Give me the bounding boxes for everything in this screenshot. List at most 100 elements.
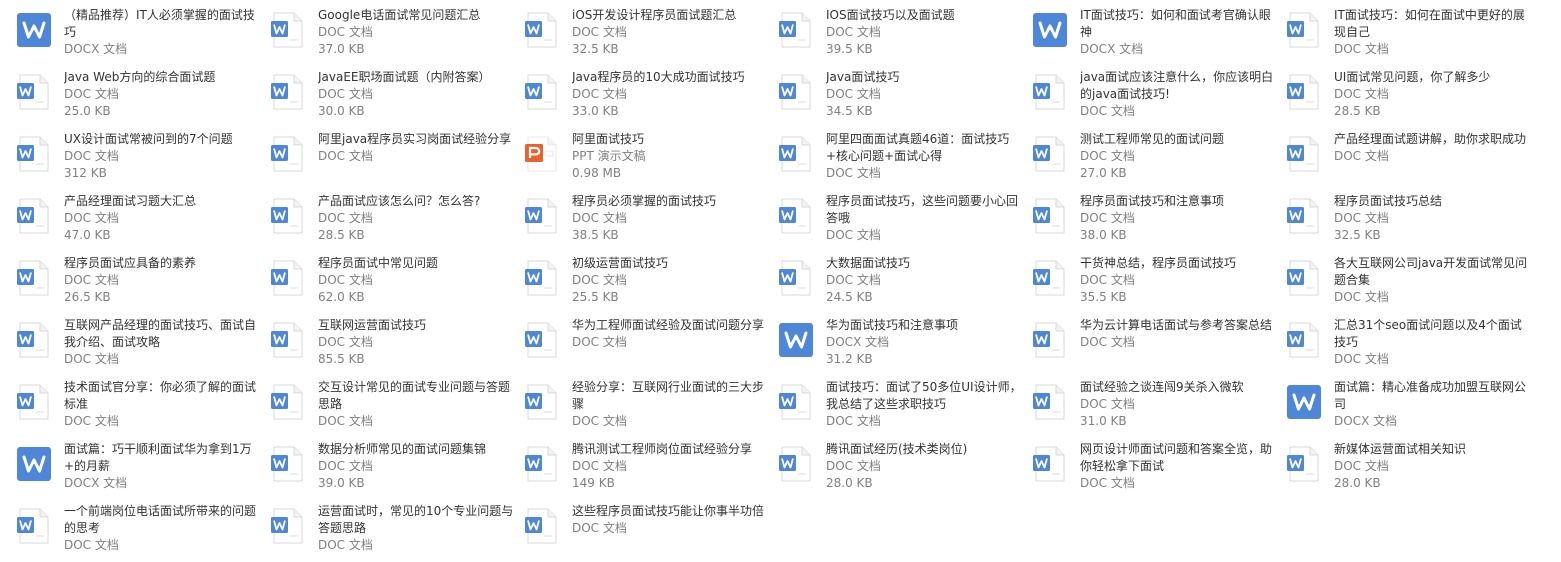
file-item[interactable]: 初级运营面试技巧 DOC 文档 25.5 KB [520,252,774,314]
file-name[interactable]: Google电话面试常见问题汇总 [318,7,514,24]
file-item[interactable]: JavaEE职场面试题（内附答案） DOC 文档 30.0 KB [266,66,520,128]
file-item[interactable]: 运营面试时，常见的10个专业问题与答题思路 DOC 文档 [266,500,520,562]
file-name[interactable]: 一个前端岗位电话面试所带来的问题的思考 [64,503,260,537]
file-item[interactable]: 程序员必须掌握的面试技巧 DOC 文档 38.5 KB [520,190,774,252]
file-item[interactable]: IT面试技巧：如何在面试中更好的展现自己 DOC 文档 [1282,4,1536,66]
file-item[interactable]: 程序员面试技巧和注意事项 DOC 文档 38.0 KB [1028,190,1282,252]
file-name[interactable]: 程序员面试应具备的素养 [64,255,260,272]
file-item[interactable]: 腾讯面试经历(技术类岗位) DOC 文档 28.0 KB [774,438,1028,500]
file-item[interactable]: 面试篇：巧干顺利面试华为拿到1万+的月薪 DOCX 文档 [12,438,266,500]
file-item[interactable]: UI面试常见问题，你了解多少 DOC 文档 28.5 KB [1282,66,1536,128]
file-name[interactable]: Java Web方向的综合面试题 [64,69,260,86]
file-name[interactable]: 华为云计算电话面试与参考答案总结 [1080,317,1276,334]
file-name[interactable]: 经验分享：互联网行业面试的三大步骤 [572,379,768,413]
file-item[interactable]: 产品经理面试习题大汇总 DOC 文档 47.0 KB [12,190,266,252]
file-item[interactable]: Java程序员的10大成功面试技巧 DOC 文档 33.0 KB [520,66,774,128]
file-item[interactable]: 华为工程师面试经验及面试问题分享 DOC 文档 [520,314,774,376]
file-name[interactable]: 技术面试官分享：你必须了解的面试标准 [64,379,260,413]
file-item[interactable]: 程序员面试应具备的素养 DOC 文档 26.5 KB [12,252,266,314]
file-name[interactable]: 程序员面试技巧，这些问题要小心回答哦 [826,193,1022,227]
file-item[interactable]: 数据分析师常见的面试问题集锦 DOC 文档 39.0 KB [266,438,520,500]
file-name[interactable]: 阿里四面面试真题46道：面试技巧+核心问题+面试心得 [826,131,1022,165]
file-item[interactable]: 阿里面试技巧 PPT 演示文稿 0.98 MB [520,128,774,190]
file-item[interactable]: 产品经理面试题讲解，助你求职成功 DOC 文档 [1282,128,1536,190]
file-name[interactable]: 数据分析师常见的面试问题集锦 [318,441,514,458]
file-item[interactable]: 程序员面试技巧总结 DOC 文档 32.5 KB [1282,190,1536,252]
file-item[interactable]: 交互设计常见的面试专业问题与答题思路 DOC 文档 [266,376,520,438]
file-item[interactable]: 各大互联网公司java开发面试常见问题合集 DOC 文档 [1282,252,1536,314]
file-name[interactable]: 运营面试时，常见的10个专业问题与答题思路 [318,503,514,537]
file-name[interactable]: 交互设计常见的面试专业问题与答题思路 [318,379,514,413]
file-item[interactable]: 产品面试应该怎么问？怎么答? DOC 文档 28.5 KB [266,190,520,252]
file-item[interactable]: 测试工程师常见的面试问题 DOC 文档 27.0 KB [1028,128,1282,190]
file-name[interactable]: Java程序员的10大成功面试技巧 [572,69,768,86]
file-name[interactable]: 阿里java程序员实习岗面试经验分享 [318,131,514,148]
file-name[interactable]: 产品经理面试习题大汇总 [64,193,260,210]
file-item[interactable]: 阿里java程序员实习岗面试经验分享 DOC 文档 [266,128,520,190]
file-name[interactable]: 新媒体运营面试相关知识 [1334,441,1530,458]
file-item[interactable]: 经验分享：互联网行业面试的三大步骤 DOC 文档 [520,376,774,438]
file-name[interactable]: IOS面试技巧以及面试题 [826,7,1022,24]
file-item[interactable]: 技术面试官分享：你必须了解的面试标准 DOC 文档 [12,376,266,438]
file-name[interactable]: 程序员面试技巧和注意事项 [1080,193,1276,210]
file-name[interactable]: 腾讯测试工程师岗位面试经验分享 [572,441,768,458]
file-name[interactable]: 面试篇：巧干顺利面试华为拿到1万+的月薪 [64,441,260,475]
file-item[interactable]: 华为面试技巧和注意事项 DOCX 文档 31.2 KB [774,314,1028,376]
file-item[interactable]: 阿里四面面试真题46道：面试技巧+核心问题+面试心得 DOC 文档 [774,128,1028,190]
file-name[interactable]: java面试应该注意什么，你应该明白的java面试技巧! [1080,69,1276,103]
file-item[interactable]: （精品推荐）IT人必须掌握的面试技巧 DOCX 文档 [12,4,266,66]
file-name[interactable]: 各大互联网公司java开发面试常见问题合集 [1334,255,1530,289]
file-item[interactable]: Java Web方向的综合面试题 DOC 文档 25.0 KB [12,66,266,128]
file-item[interactable]: 这些程序员面试技巧能让你事半功倍 DOC 文档 [520,500,774,562]
file-item[interactable]: 程序员面试中常见问题 DOC 文档 62.0 KB [266,252,520,314]
file-item[interactable]: 程序员面试技巧，这些问题要小心回答哦 DOC 文档 [774,190,1028,252]
file-name[interactable]: iOS开发设计程序员面试题汇总 [572,7,768,24]
file-name[interactable]: 产品面试应该怎么问？怎么答? [318,193,514,210]
file-name[interactable]: （精品推荐）IT人必须掌握的面试技巧 [64,7,260,41]
file-name[interactable]: 华为面试技巧和注意事项 [826,317,1022,334]
file-name[interactable]: IT面试技巧：如何和面试考官确认眼神 [1080,7,1276,41]
file-name[interactable]: IT面试技巧：如何在面试中更好的展现自己 [1334,7,1530,41]
file-item[interactable]: 大数据面试技巧 DOC 文档 24.5 KB [774,252,1028,314]
file-name[interactable]: 程序员面试中常见问题 [318,255,514,272]
file-name[interactable]: 程序员面试技巧总结 [1334,193,1530,210]
file-name[interactable]: 测试工程师常见的面试问题 [1080,131,1276,148]
file-item[interactable]: 互联网产品经理的面试技巧、面试自我介绍、面试攻略 DOC 文档 [12,314,266,376]
file-item[interactable]: iOS开发设计程序员面试题汇总 DOC 文档 32.5 KB [520,4,774,66]
file-name[interactable]: Java面试技巧 [826,69,1022,86]
file-name[interactable]: 这些程序员面试技巧能让你事半功倍 [572,503,768,520]
file-item[interactable]: 新媒体运营面试相关知识 DOC 文档 28.0 KB [1282,438,1536,500]
file-item[interactable]: Google电话面试常见问题汇总 DOC 文档 37.0 KB [266,4,520,66]
file-name[interactable]: 互联网运营面试技巧 [318,317,514,334]
file-name[interactable]: 汇总31个seo面试问题以及4个面试技巧 [1334,317,1530,351]
file-name[interactable]: 面试技巧：面试了50多位UI设计师，我总结了这些求职技巧 [826,379,1022,413]
file-name[interactable]: 大数据面试技巧 [826,255,1022,272]
file-item[interactable]: 面试经验之谈连闯9关杀入微软 DOC 文档 31.0 KB [1028,376,1282,438]
file-item[interactable]: 面试技巧：面试了50多位UI设计师，我总结了这些求职技巧 DOC 文档 [774,376,1028,438]
file-name[interactable]: 初级运营面试技巧 [572,255,768,272]
file-item[interactable]: 网页设计师面试问题和答案全览，助你轻松拿下面试 DOC 文档 [1028,438,1282,500]
file-item[interactable]: 干货神总结，程序员面试技巧 DOC 文档 35.5 KB [1028,252,1282,314]
file-item[interactable]: 华为云计算电话面试与参考答案总结 DOC 文档 [1028,314,1282,376]
file-name[interactable]: 面试经验之谈连闯9关杀入微软 [1080,379,1276,396]
file-name[interactable]: 网页设计师面试问题和答案全览，助你轻松拿下面试 [1080,441,1276,475]
file-item[interactable]: 汇总31个seo面试问题以及4个面试技巧 DOC 文档 [1282,314,1536,376]
file-name[interactable]: 程序员必须掌握的面试技巧 [572,193,768,210]
file-item[interactable]: java面试应该注意什么，你应该明白的java面试技巧! DOC 文档 [1028,66,1282,128]
file-name[interactable]: JavaEE职场面试题（内附答案） [318,69,514,86]
file-item[interactable]: Java面试技巧 DOC 文档 34.5 KB [774,66,1028,128]
file-item[interactable]: 互联网运营面试技巧 DOC 文档 85.5 KB [266,314,520,376]
file-item[interactable]: 腾讯测试工程师岗位面试经验分享 DOC 文档 149 KB [520,438,774,500]
file-name[interactable]: 干货神总结，程序员面试技巧 [1080,255,1276,272]
file-item[interactable]: IT面试技巧：如何和面试考官确认眼神 DOCX 文档 [1028,4,1282,66]
file-name[interactable]: 阿里面试技巧 [572,131,768,148]
file-item[interactable]: IOS面试技巧以及面试题 DOC 文档 39.5 KB [774,4,1028,66]
file-name[interactable]: UX设计面试常被问到的7个问题 [64,131,260,148]
file-item[interactable]: UX设计面试常被问到的7个问题 DOC 文档 312 KB [12,128,266,190]
file-name[interactable]: 产品经理面试题讲解，助你求职成功 [1334,131,1530,148]
file-item[interactable]: 面试篇：精心准备成功加盟互联网公司 DOCX 文档 [1282,376,1536,438]
file-name[interactable]: 面试篇：精心准备成功加盟互联网公司 [1334,379,1530,413]
file-item[interactable]: 一个前端岗位电话面试所带来的问题的思考 DOC 文档 [12,500,266,562]
file-name[interactable]: 腾讯面试经历(技术类岗位) [826,441,1022,458]
file-name[interactable]: 互联网产品经理的面试技巧、面试自我介绍、面试攻略 [64,317,260,351]
